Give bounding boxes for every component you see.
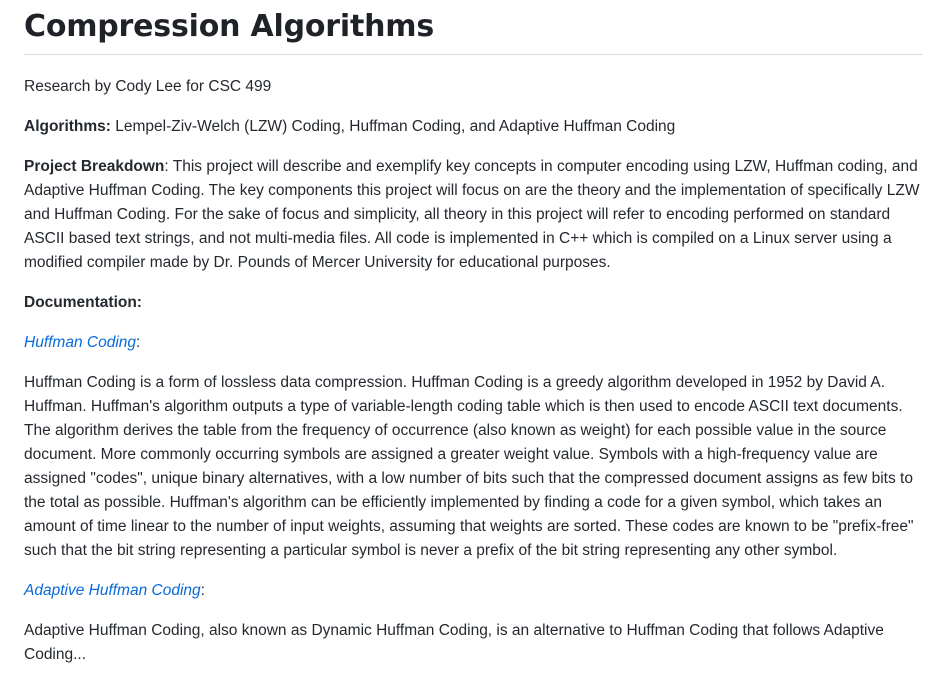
project-breakdown-paragraph: Project Breakdown: This project will des…: [24, 155, 923, 275]
huffman-heading-colon: :: [136, 334, 141, 351]
adaptive-huffman-description: Adaptive Huffman Coding, also known as D…: [24, 622, 884, 663]
byline: Research by Cody Lee for CSC 499: [24, 78, 272, 95]
adaptive-heading-colon: :: [200, 582, 205, 599]
project-breakdown-label: Project Breakdown: [24, 158, 165, 175]
documentation-label: Documentation:: [24, 294, 142, 311]
adaptive-huffman-coding-link[interactable]: Adaptive Huffman Coding: [24, 582, 201, 599]
huffman-heading: Huffman Coding:: [24, 331, 923, 355]
huffman-coding-link[interactable]: Huffman Coding: [24, 334, 136, 351]
huffman-description: Huffman Coding is a form of lossless dat…: [24, 374, 914, 559]
documentation-heading: Documentation:: [24, 291, 923, 315]
adaptive-huffman-heading: Adaptive Huffman Coding:: [24, 579, 923, 603]
algorithms-label: Algorithms:: [24, 118, 111, 135]
readme-content: Compression Algorithms Research by Cody …: [24, 0, 923, 667]
page-title: Compression Algorithms: [24, 8, 923, 55]
algorithms-paragraph: Algorithms: Lempel-Ziv-Welch (LZW) Codin…: [24, 115, 923, 139]
algorithms-text: Lempel-Ziv-Welch (LZW) Coding, Huffman C…: [110, 118, 676, 135]
